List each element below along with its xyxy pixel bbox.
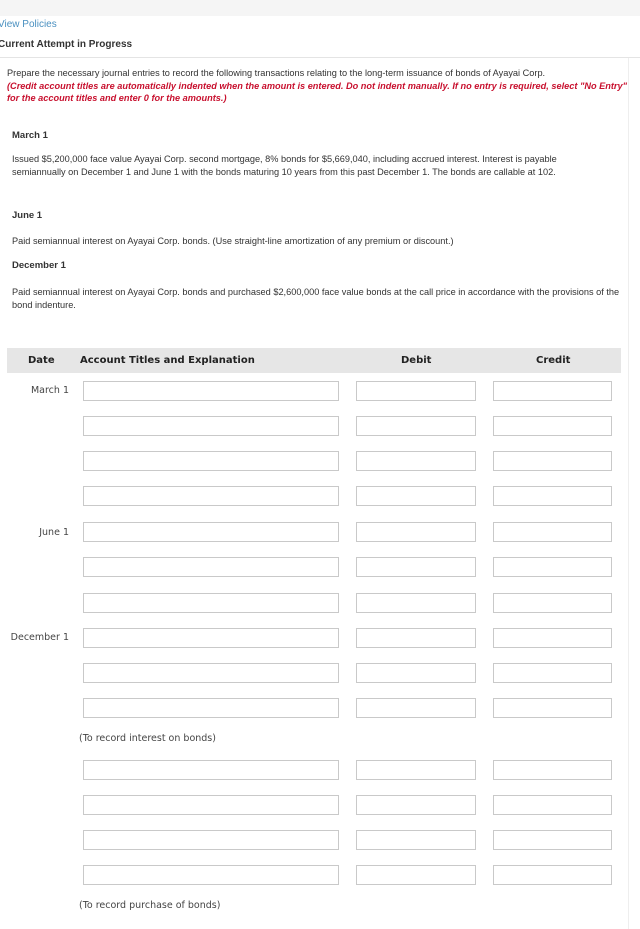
debit-input[interactable] [356,416,476,436]
transaction-date-june-1: June 1 [12,210,43,221]
account-input[interactable] [83,486,339,506]
instructions: Prepare the necessary journal entries to… [7,67,627,105]
row-date-march-1: March 1 [30,385,69,396]
view-policies-link[interactable]: View Policies [0,19,57,30]
debit-input[interactable] [356,557,476,577]
debit-input[interactable] [356,522,476,542]
credit-input[interactable] [493,451,612,471]
account-input[interactable] [83,522,339,542]
credit-input[interactable] [493,865,612,885]
credit-input[interactable] [493,486,612,506]
account-input[interactable] [83,830,339,850]
credit-input[interactable] [493,593,612,613]
transaction-text-december-1: Paid semiannual interest on Ayayai Corp.… [12,287,620,310]
account-input[interactable] [83,698,339,718]
account-input[interactable] [83,663,339,683]
debit-input[interactable] [356,486,476,506]
credit-input[interactable] [493,830,612,850]
credit-input[interactable] [493,663,612,683]
account-input[interactable] [83,381,339,401]
credit-input[interactable] [493,698,612,718]
header-credit: Credit [536,355,571,366]
credit-input[interactable] [493,557,612,577]
instructions-note: (Credit account titles are automatically… [7,80,627,104]
transaction-text-march-1: Issued $5,200,000 face value Ayayai Corp… [12,154,557,177]
debit-input[interactable] [356,865,476,885]
debit-input[interactable] [356,593,476,613]
credit-input[interactable] [493,795,612,815]
row-date-june-1: June 1 [39,527,69,538]
account-input[interactable] [83,593,339,613]
header-debit: Debit [401,355,432,366]
row-date-december-1: December 1 [10,632,69,643]
memo-interest: (To record interest on bonds) [79,733,216,744]
top-bar [0,0,640,16]
debit-input[interactable] [356,451,476,471]
transaction-date-march-1: March 1 [12,130,48,141]
debit-input[interactable] [356,830,476,850]
credit-input[interactable] [493,416,612,436]
account-input[interactable] [83,416,339,436]
credit-input[interactable] [493,522,612,542]
debit-input[interactable] [356,628,476,648]
attempt-status: Current Attempt in Progress [0,39,133,50]
account-input[interactable] [83,557,339,577]
credit-input[interactable] [493,760,612,780]
transaction-date-december-1: December 1 [12,260,66,271]
account-input[interactable] [83,628,339,648]
header-date: Date [28,355,55,366]
credit-input[interactable] [493,381,612,401]
debit-input[interactable] [356,795,476,815]
instructions-main: Prepare the necessary journal entries to… [7,68,546,78]
account-input[interactable] [83,865,339,885]
transaction-text-june-1: Paid semiannual interest on Ayayai Corp.… [12,236,454,246]
header-account: Account Titles and Explanation [80,355,255,366]
account-input[interactable] [83,760,339,780]
memo-purchase: (To record purchase of bonds) [79,900,221,911]
debit-input[interactable] [356,760,476,780]
account-input[interactable] [83,795,339,815]
debit-input[interactable] [356,663,476,683]
account-input[interactable] [83,451,339,471]
credit-input[interactable] [493,628,612,648]
debit-input[interactable] [356,381,476,401]
debit-input[interactable] [356,698,476,718]
